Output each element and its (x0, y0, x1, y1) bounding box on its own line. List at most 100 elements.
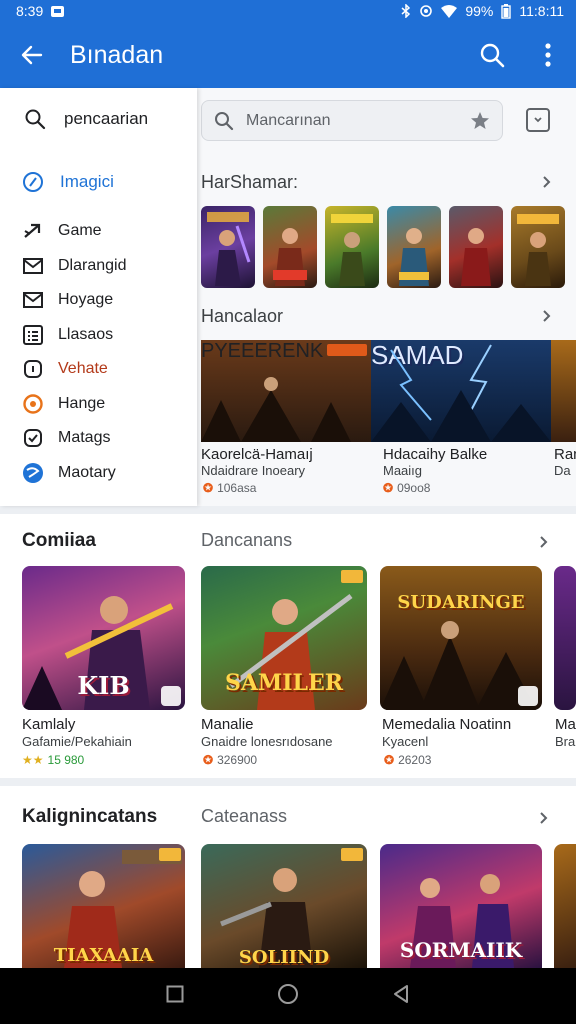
drawer-item-llasaos[interactable]: Llasaos (0, 318, 197, 353)
game-card-image[interactable]: SUDARINGE (380, 566, 542, 710)
chevron-right-icon[interactable] (532, 530, 556, 554)
drawer-search-label: pencaarian (64, 109, 149, 128)
featured-game-tile[interactable] (387, 206, 441, 288)
game-card-image[interactable] (554, 566, 576, 710)
badge-icon (161, 686, 181, 706)
card-rating: ✪ 09oo8 (383, 481, 430, 495)
game-card-image[interactable]: SOLIIND (201, 844, 367, 968)
card-subtitle: Gnaidre lonesrıdosane (201, 734, 333, 749)
battery-percent: 99% (465, 3, 494, 19)
featured-game-tile[interactable] (449, 206, 503, 288)
chevron-right-icon[interactable] (532, 806, 556, 830)
card-subtitle: Maaiıg (383, 463, 423, 478)
card-rating: ✪ 326900 (203, 753, 257, 767)
drawer-item-hange[interactable]: Hange (0, 387, 197, 422)
game-card-image[interactable]: TIAXAAIA (22, 844, 185, 968)
more-vert-icon (545, 43, 551, 67)
featured-game-tile[interactable] (325, 206, 379, 288)
badge-icon (518, 686, 538, 706)
search-button[interactable] (464, 22, 520, 88)
back-nav-button[interactable] (392, 984, 410, 1009)
card-title: Hdacaihy Balke (383, 446, 488, 463)
chevron-right-icon (535, 304, 559, 328)
rating-icon: ✪ (383, 481, 394, 495)
hancalaor-banner[interactable]: PYEEERENK (201, 340, 371, 442)
featured-game-tile[interactable] (201, 206, 255, 288)
card-rating: ✪ 106asa (203, 481, 256, 495)
panel-toggle-button[interactable] (526, 108, 550, 132)
bluetooth-icon (401, 4, 411, 18)
recents-button[interactable] (166, 985, 184, 1008)
card-subtitle: Ndaidrare Inoeary (201, 463, 306, 478)
character-figure (207, 212, 251, 286)
circle-icon (22, 393, 44, 415)
drawer-item-dlarangid[interactable]: Dlarangid (0, 249, 197, 284)
featured-header[interactable]: HarShamar: (201, 170, 559, 194)
rating-value: 106asa (217, 481, 257, 495)
featured-game-tile[interactable] (511, 206, 565, 288)
rating-value: 09oo8 (397, 481, 431, 495)
card-rating: ★★ 15 980 (22, 753, 84, 767)
list-icon (22, 324, 44, 346)
character-figure (517, 214, 559, 286)
hancalaor-banner[interactable] (551, 340, 576, 442)
drawer-item-hoyage[interactable]: Hoyage (0, 283, 197, 318)
drawer-item-selected[interactable]: Imagici (0, 150, 197, 214)
featured-game-tile[interactable] (263, 206, 317, 288)
mail-icon (22, 289, 44, 311)
circle-icon (277, 983, 298, 1004)
home-button[interactable] (277, 983, 299, 1010)
card-image-text: SUDARINGE (397, 592, 525, 613)
section-title: Comiiaa (22, 530, 96, 551)
drawer-item-label: Llasaos (58, 325, 114, 343)
square-icon (166, 985, 184, 1002)
card-subtitle: Da (554, 463, 571, 478)
mail-icon (22, 255, 44, 277)
chevron-right-icon (535, 170, 559, 194)
notification-icon (51, 5, 65, 17)
square-icon (22, 358, 44, 380)
card-image-text: SOLIIND (238, 947, 330, 968)
battery-icon (501, 3, 512, 19)
rating-icon: ✪ (203, 481, 214, 495)
drawer-selected-label: Imagici (60, 172, 114, 191)
character-figure (331, 214, 373, 286)
drawer-item-game[interactable]: Game (0, 214, 197, 249)
search-bar[interactable] (201, 100, 503, 141)
star-icon[interactable] (470, 111, 490, 131)
drawer-item-maotary[interactable]: Maotary (0, 456, 197, 491)
drawer-search-item[interactable]: pencaarian (0, 88, 197, 150)
hancalaor-banner[interactable]: SAMAD (371, 340, 551, 442)
drawer-item-label: Matags (58, 429, 111, 447)
drawer-item-label: Maotary (58, 463, 116, 481)
rating-icon: ✪ (384, 753, 395, 767)
card-rating: ✪ 26203 (384, 753, 431, 767)
game-card-image[interactable]: KIB (22, 566, 185, 710)
rating-value: 26203 (398, 753, 432, 767)
card-image-text: SORMAIIK (399, 938, 523, 962)
back-button[interactable] (0, 22, 64, 88)
card-title: Kamlaly (22, 716, 76, 733)
card-subtitle: Bra (555, 734, 576, 749)
drawer-item-vehate[interactable]: Vehate (0, 352, 197, 387)
status-time: 8:39 (16, 3, 44, 19)
badge-icon (159, 848, 181, 861)
badge-icon (341, 848, 363, 861)
app-bar: Bınadan (0, 22, 576, 88)
back-arrow-icon (21, 45, 43, 65)
game-card-image[interactable]: SORMAIIK (380, 844, 542, 968)
triangle-back-icon (393, 984, 408, 1003)
overflow-menu-button[interactable] (520, 22, 576, 88)
game-card-image[interactable] (554, 844, 576, 968)
chevron-down-icon (534, 117, 542, 123)
hancalaor-header[interactable]: Hancalaor (201, 304, 559, 328)
status-clock: 11:8:11 (519, 3, 564, 19)
compass-icon (23, 172, 43, 192)
drawer-item-matags[interactable]: Matags (0, 421, 197, 456)
search-input[interactable] (246, 111, 458, 130)
game-card-image[interactable]: SAMILER (201, 566, 367, 710)
character-figure (399, 228, 429, 286)
card-title: Ran (554, 446, 576, 463)
character-figure (461, 228, 491, 286)
card-title: Memedalia Noatinn (382, 716, 512, 733)
